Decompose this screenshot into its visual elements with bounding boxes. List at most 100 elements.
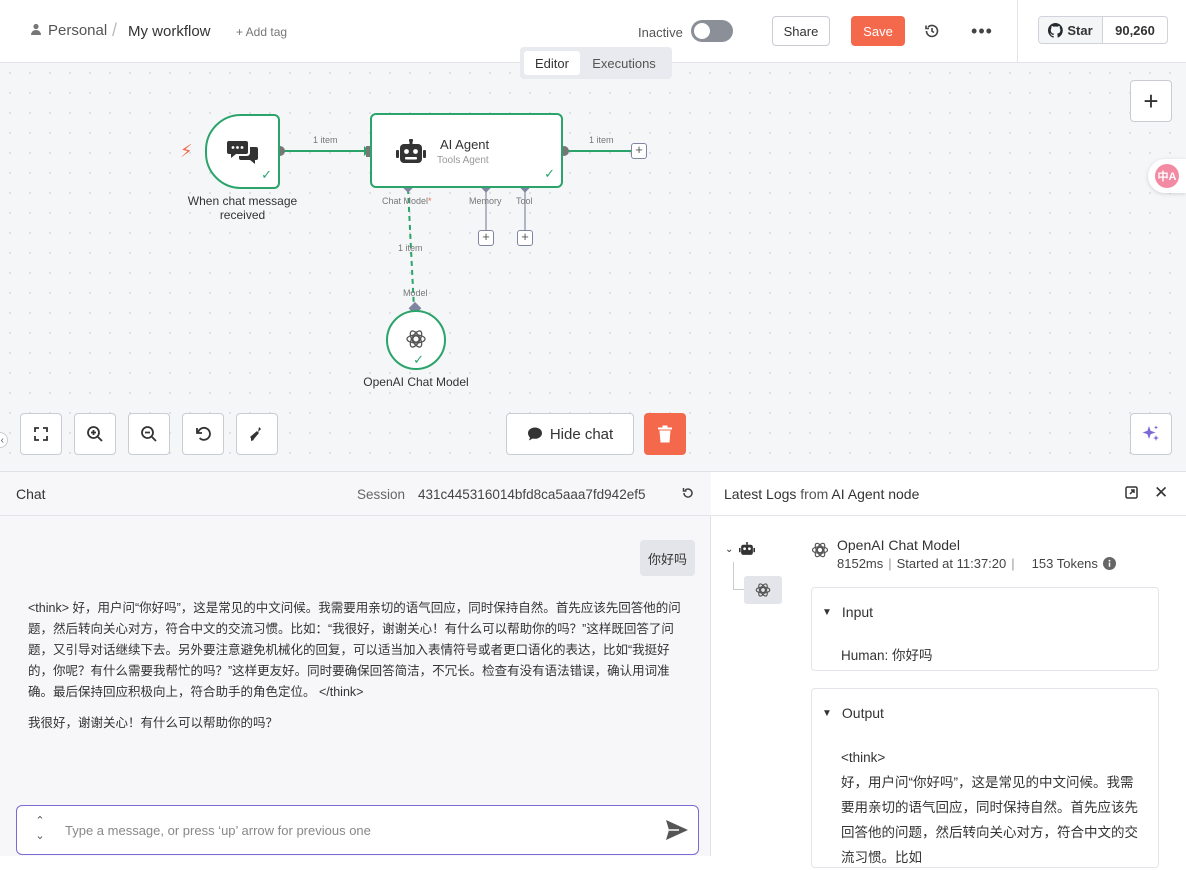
add-next-node-button[interactable]: + xyxy=(631,143,647,159)
edge-label-model: 1 item xyxy=(398,243,423,253)
session-id: 431c445316014bfd8ca5aaa7fd942ef5 xyxy=(418,487,646,502)
chat-icon xyxy=(527,427,542,441)
output-content: <think> 好，用户问“你好吗”，这是常见的中文问候。我需要用亲切的语气回应… xyxy=(841,745,1141,870)
robot-icon xyxy=(739,542,756,555)
log-tree-agent[interactable]: ⌄ xyxy=(725,542,756,556)
view-tabs: Editor Executions xyxy=(520,47,672,79)
zoom-in-button[interactable] xyxy=(74,413,116,455)
edge-label-agent-out: 1 item xyxy=(589,135,614,145)
success-check-icon: ✓ xyxy=(413,352,424,367)
person-icon xyxy=(30,22,42,39)
history-icon xyxy=(925,24,939,38)
agent-node-title: AI Agent xyxy=(440,137,490,152)
share-button[interactable]: Share xyxy=(772,16,830,46)
meta-divider: | xyxy=(1011,556,1015,571)
hide-chat-label: Hide chat xyxy=(549,425,614,443)
port-label-model: Model xyxy=(403,288,428,298)
workflow-name[interactable]: My workflow xyxy=(128,23,211,40)
github-star-button[interactable]: Star xyxy=(1039,17,1103,43)
open-logs-button[interactable] xyxy=(1125,486,1138,504)
port-label-tool: Tool xyxy=(516,196,533,206)
hide-chat-button[interactable]: Hide chat xyxy=(506,413,634,455)
output-section-label: Output xyxy=(841,705,884,721)
sparkles-icon xyxy=(1142,425,1159,441)
node-openai-chat-model[interactable]: ✓ xyxy=(386,310,446,370)
run-tokens: 153 Tokens xyxy=(1031,556,1098,571)
send-icon xyxy=(666,820,688,840)
undo-icon xyxy=(196,426,211,441)
trigger-bolt-icon: ⚡ xyxy=(180,141,193,161)
history-button[interactable] xyxy=(918,16,946,46)
translate-widget[interactable]: 中A xyxy=(1148,159,1186,193)
refresh-icon xyxy=(682,488,693,498)
log-output-section: ▼ Output <think> 好，用户问“你好吗”，这是常见的中文问候。我需… xyxy=(811,688,1159,868)
output-section-header[interactable]: ▼ Output xyxy=(822,705,884,721)
run-node-name: OpenAI Chat Model xyxy=(837,537,960,553)
input-section-label: Input xyxy=(841,604,874,620)
tab-editor[interactable]: Editor xyxy=(524,51,580,75)
zoom-out-button[interactable] xyxy=(128,413,170,455)
edge-label-trigger: 1 item xyxy=(313,135,338,145)
more-options-button[interactable]: ••• xyxy=(968,16,996,46)
add-node-button[interactable]: + xyxy=(1130,80,1172,122)
ai-assistant-button[interactable] xyxy=(1130,413,1172,455)
project-name: Personal xyxy=(48,22,108,39)
fullscreen-icon xyxy=(34,427,48,441)
output-text: 好，用户问“你好吗”，这是常见的中文问候。我需要用亲切的语气回应，同时保持自然。… xyxy=(841,775,1138,865)
header-divider xyxy=(1017,0,1018,63)
openai-icon xyxy=(755,583,771,597)
node-ai-agent[interactable]: AI Agent Tools Agent ✓ xyxy=(370,113,563,188)
breadcrumb-separator: / xyxy=(112,20,118,40)
github-icon xyxy=(1048,22,1064,38)
tab-executions[interactable]: Executions xyxy=(582,51,666,75)
run-started: Started at 11:37:20 xyxy=(896,556,1007,571)
add-tool-button[interactable]: + xyxy=(517,230,533,246)
logs-title: Latest Logs from AI Agent node xyxy=(724,486,920,502)
save-button[interactable]: Save xyxy=(851,16,905,46)
model-node-label: OpenAI Chat Model xyxy=(363,375,469,389)
add-memory-button[interactable]: + xyxy=(478,230,494,246)
toggle-knob xyxy=(694,23,710,39)
zoom-in-icon xyxy=(87,426,103,442)
zoom-to-fit-button[interactable] xyxy=(20,413,62,455)
translate-icon: 中A xyxy=(1155,164,1179,188)
node-chat-trigger[interactable]: ✓ xyxy=(205,114,280,189)
add-tag-link[interactable]: + Add tag xyxy=(236,25,287,39)
history-arrows[interactable]: ⌃ ⌄ xyxy=(33,814,47,844)
chat-header: Chat Session 431c445316014bfd8ca5aaa7fd9… xyxy=(0,472,711,516)
tidy-up-button[interactable] xyxy=(236,413,278,455)
chat-message-input[interactable] xyxy=(65,820,645,840)
chevron-down-icon[interactable]: ⌄ xyxy=(725,544,733,555)
chevron-down-icon[interactable]: ⌄ xyxy=(33,829,47,844)
trigger-node-label: When chat message received xyxy=(187,194,298,222)
delete-button[interactable] xyxy=(644,413,686,455)
user-message: 你好吗 xyxy=(640,540,696,576)
input-section-header[interactable]: ▼ Input xyxy=(822,604,873,620)
reset-session-button[interactable] xyxy=(681,486,695,505)
logs-panel: Latest Logs from AI Agent node ✕ ⌄ OpenA… xyxy=(711,471,1186,868)
close-logs-button[interactable]: ✕ xyxy=(1154,483,1168,503)
log-input-section: ▼ Input Human: 你好吗 xyxy=(811,587,1159,671)
log-tree-model[interactable] xyxy=(744,576,782,604)
success-check-icon: ✓ xyxy=(261,167,272,182)
success-check-icon: ✓ xyxy=(544,166,555,181)
github-star-count[interactable]: 90,260 xyxy=(1103,17,1167,43)
bot-message-think: <think> 好，用户问“你好吗”，这是常见的中文问候。我需要用亲切的语气回应… xyxy=(28,601,681,699)
workflow-canvas[interactable]: ⚡ ✓ When chat message received 1 item 1 … xyxy=(0,63,1186,471)
reset-zoom-button[interactable] xyxy=(182,413,224,455)
github-star-widget[interactable]: Star 90,260 xyxy=(1038,16,1168,44)
openai-icon xyxy=(406,330,426,348)
run-meta: 8152ms | Started at 11:37:20 | 153 Token… xyxy=(837,556,1116,571)
active-toggle[interactable] xyxy=(691,20,733,42)
breadcrumb-project[interactable]: Personal xyxy=(30,22,107,39)
port-label-chat-model: Chat Model* xyxy=(382,196,432,206)
chevron-down-icon: ▼ xyxy=(822,707,832,719)
chevron-up-icon[interactable]: ⌃ xyxy=(33,814,47,829)
info-icon[interactable] xyxy=(1102,557,1116,570)
send-button[interactable] xyxy=(665,819,689,846)
broom-icon xyxy=(250,427,261,441)
chevron-down-icon: ▼ xyxy=(822,606,832,618)
external-link-icon xyxy=(1125,486,1138,499)
chat-panel: Chat Session 431c445316014bfd8ca5aaa7fd9… xyxy=(0,471,711,856)
github-star-label: Star xyxy=(1067,22,1093,38)
